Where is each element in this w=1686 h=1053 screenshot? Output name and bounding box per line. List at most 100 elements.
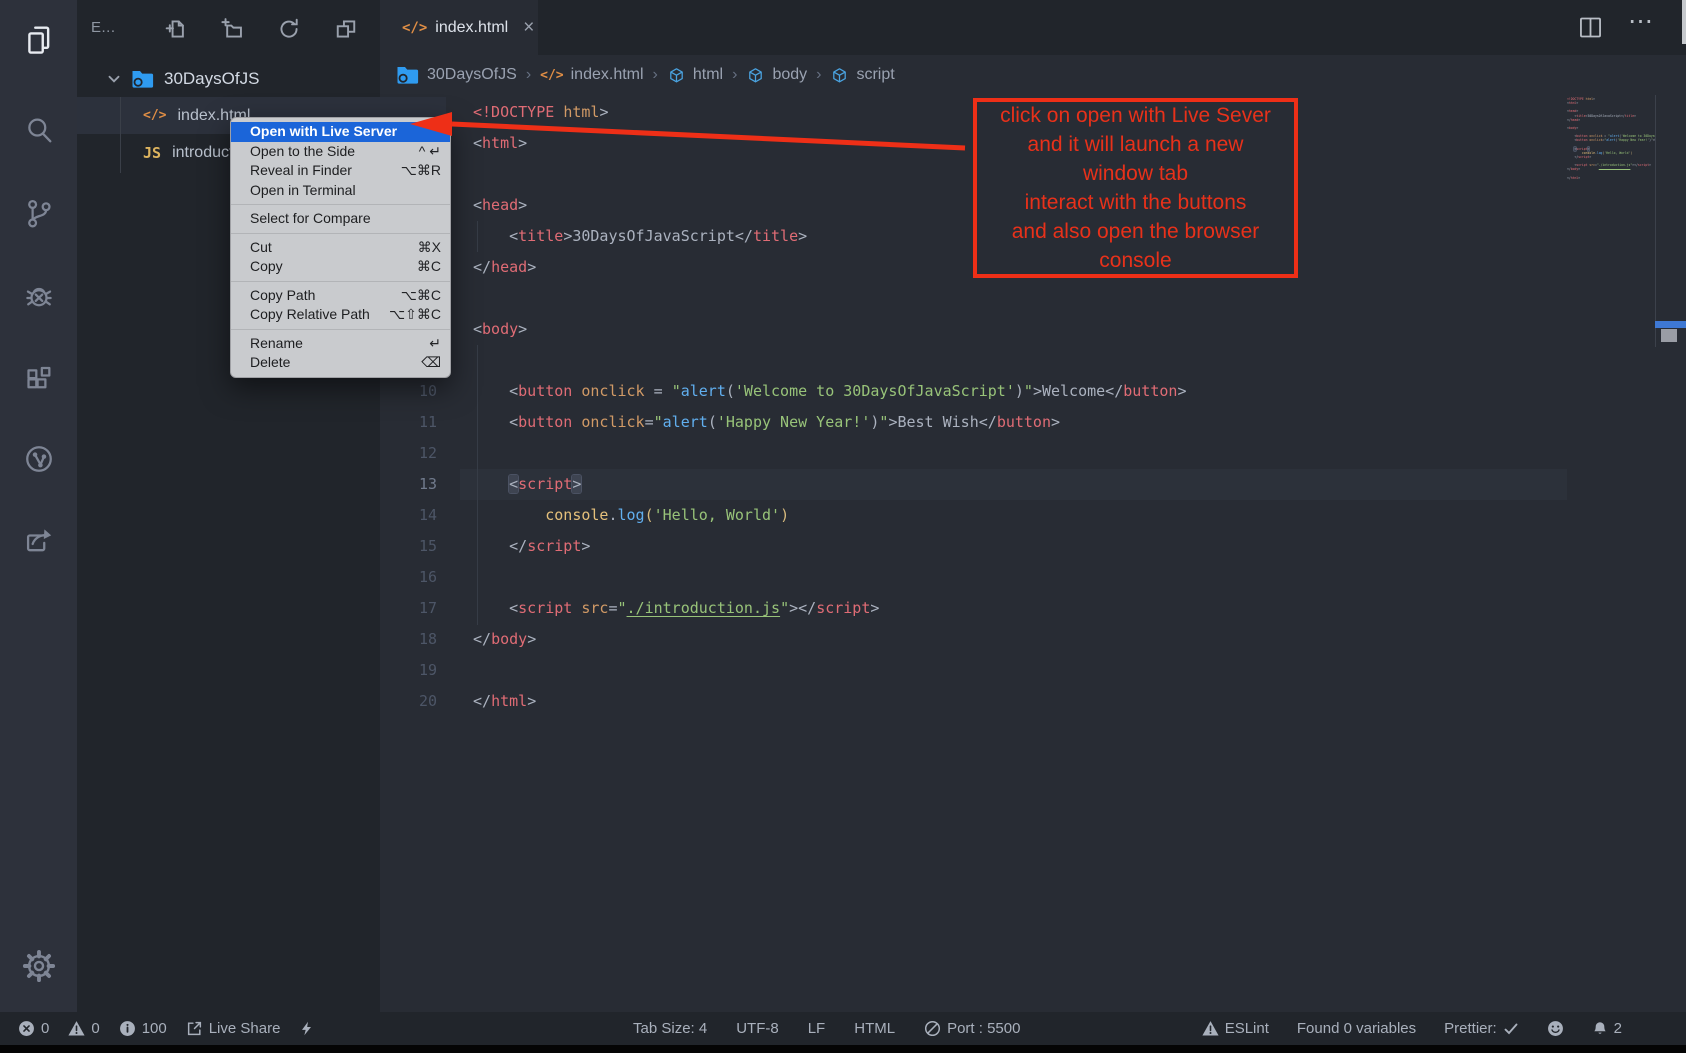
menu-item-rename[interactable]: Rename↵ — [231, 334, 450, 354]
menu-item-open-with-live-server[interactable]: Open with Live Server — [231, 122, 450, 142]
source-control-icon[interactable] — [0, 175, 77, 251]
menu-item-delete[interactable]: Delete⌫ — [231, 353, 450, 373]
menu-item-open-in-terminal[interactable]: Open in Terminal — [231, 181, 450, 201]
annotation-text: and it will launch a new — [977, 130, 1294, 159]
status-2[interactable]: 2 — [1592, 1020, 1622, 1037]
line-number[interactable]: 16 — [380, 562, 437, 593]
live-share-icon[interactable] — [0, 421, 77, 497]
line-number[interactable]: 15 — [380, 531, 437, 562]
code-line-4[interactable]: <head> — [473, 190, 527, 221]
menu-separator — [231, 281, 450, 282]
annotation-text: click on open with Live Sever — [977, 101, 1294, 130]
annotation-text: console — [977, 246, 1294, 275]
refresh-icon[interactable] — [276, 16, 302, 42]
status-label: Live Share — [209, 1020, 281, 1037]
breadcrumb-script[interactable]: script — [830, 66, 894, 85]
breadcrumb-body[interactable]: body — [746, 66, 807, 85]
breadcrumb-30daysofjs[interactable]: 30DaysOfJS — [395, 64, 517, 86]
minimap[interactable]: <!DOCTYPE html><html><head> <title>30Day… — [1567, 97, 1655, 207]
status-prettier[interactable]: Prettier: — [1444, 1020, 1519, 1037]
menu-item-copy-relative-path[interactable]: Copy Relative Path⌥⇧⌘C — [231, 305, 450, 325]
menu-item-shortcut: ⌫ — [421, 353, 441, 373]
code-line-15[interactable]: </script> — [473, 531, 590, 562]
new-folder-icon[interactable] — [219, 16, 245, 42]
status-lightning-icon[interactable] — [299, 1021, 314, 1036]
bottom-strip — [0, 1045, 1686, 1053]
line-number[interactable]: 11 — [380, 407, 437, 438]
menu-item-open-to-the-side[interactable]: Open to the Side^ ↵ — [231, 142, 450, 162]
code-line-20[interactable]: </html> — [473, 686, 536, 717]
code-line-5[interactable]: <title>30DaysOfJavaScript</title> — [473, 221, 807, 252]
code-line-18[interactable]: </body> — [473, 624, 536, 655]
menu-item-cut[interactable]: Cut⌘X — [231, 238, 450, 258]
line-number[interactable]: 14 — [380, 500, 437, 531]
code-line-1[interactable]: <!DOCTYPE html> — [473, 97, 608, 128]
menu-item-copy-path[interactable]: Copy Path⌥⌘C — [231, 286, 450, 306]
line-number[interactable]: 19 — [380, 655, 437, 686]
line-number[interactable]: 13 — [380, 469, 437, 500]
code-line-13[interactable]: <script> — [473, 469, 581, 500]
collapse-all-icon[interactable] — [333, 16, 359, 42]
search-icon[interactable] — [0, 92, 77, 168]
warning-icon — [68, 1020, 85, 1037]
folder-icon — [130, 68, 155, 90]
status-label: ESLint — [1225, 1020, 1269, 1037]
menu-item-label: Open with Live Server — [250, 122, 397, 142]
code-line-10[interactable]: <button onclick = "alert('Welcome to 30D… — [473, 376, 1186, 407]
menu-item-label: Open to the Side — [250, 142, 355, 162]
breadcrumb-html[interactable]: html — [667, 66, 723, 85]
line-number[interactable]: 18 — [380, 624, 437, 655]
status-center: Tab Size: 4 UTF-8 LF HTML Port : 5500 — [633, 1012, 1020, 1045]
status-label: UTF-8 — [736, 1020, 779, 1037]
line-number[interactable]: 10 — [380, 376, 437, 407]
more-actions-icon[interactable]: ⋯ — [1628, 6, 1655, 36]
code-line-14[interactable]: console.log('Hello, World') — [473, 500, 789, 531]
status-eslint[interactable]: ESLint — [1202, 1020, 1269, 1037]
annotation-text: window tab — [977, 159, 1294, 188]
tab-index-html[interactable]: </> index.html × — [380, 0, 538, 55]
breadcrumb-separator: › — [653, 66, 658, 84]
warning-icon — [1202, 1020, 1219, 1037]
menu-item-select-for-compare[interactable]: Select for Compare — [231, 209, 450, 229]
line-number[interactable]: 12 — [380, 438, 437, 469]
scrollbar-thumb[interactable] — [1661, 329, 1677, 342]
tree-item-30daysofjs[interactable]: 30DaysOfJS — [77, 61, 408, 97]
menu-item-reveal-in-finder[interactable]: Reveal in Finder⌥⌘R — [231, 161, 450, 181]
settings-gear-icon[interactable] — [0, 928, 77, 1004]
menu-item-copy[interactable]: Copy⌘C — [231, 257, 450, 277]
code-line-17[interactable]: <script src="./introduction.js"></script… — [473, 593, 879, 624]
code-line-2[interactable]: <html> — [473, 128, 527, 159]
tree-item-label: 30DaysOfJS — [164, 69, 259, 89]
status-100[interactable]: 100 — [119, 1020, 167, 1037]
status-html[interactable]: HTML — [854, 1020, 895, 1037]
status-smiley-icon[interactable] — [1547, 1020, 1564, 1037]
menu-item-label: Copy Path — [250, 286, 315, 306]
annotation-box: click on open with Live Severand it will… — [973, 98, 1298, 278]
tab-title: index.html — [435, 19, 508, 37]
new-file-icon[interactable] — [163, 16, 189, 42]
status-port-5500[interactable]: Port : 5500 — [924, 1020, 1020, 1037]
status-utf-8[interactable]: UTF-8 — [736, 1020, 779, 1037]
status-lf[interactable]: LF — [808, 1020, 826, 1037]
status-found-0-variables[interactable]: Found 0 variables — [1297, 1020, 1416, 1037]
split-editor-icon[interactable] — [1577, 14, 1604, 46]
code-line-11[interactable]: <button onclick="alert('Happy New Year!'… — [473, 407, 1060, 438]
close-icon[interactable]: × — [523, 17, 534, 39]
code-line-8[interactable]: <body> — [473, 314, 527, 345]
status-live-share[interactable]: Live Share — [186, 1020, 281, 1037]
status-0[interactable]: 0 — [18, 1020, 49, 1037]
line-number[interactable]: 17 — [380, 593, 437, 624]
symbol-cube-icon — [667, 66, 686, 85]
explorer-icon[interactable] — [0, 2, 77, 78]
line-number[interactable]: 20 — [380, 686, 437, 717]
symbol-cube-icon — [830, 66, 849, 85]
menu-item-label: Cut — [250, 238, 272, 258]
breadcrumb-index-html[interactable]: </>index.html — [540, 66, 643, 84]
code-line-6[interactable]: </head> — [473, 252, 536, 283]
status-0[interactable]: 0 — [68, 1020, 99, 1037]
minimap-border — [1655, 95, 1656, 347]
publish-icon[interactable] — [0, 501, 77, 577]
status-tab-size-4[interactable]: Tab Size: 4 — [633, 1020, 707, 1037]
extensions-icon[interactable] — [0, 341, 77, 417]
debug-icon[interactable] — [0, 258, 77, 334]
